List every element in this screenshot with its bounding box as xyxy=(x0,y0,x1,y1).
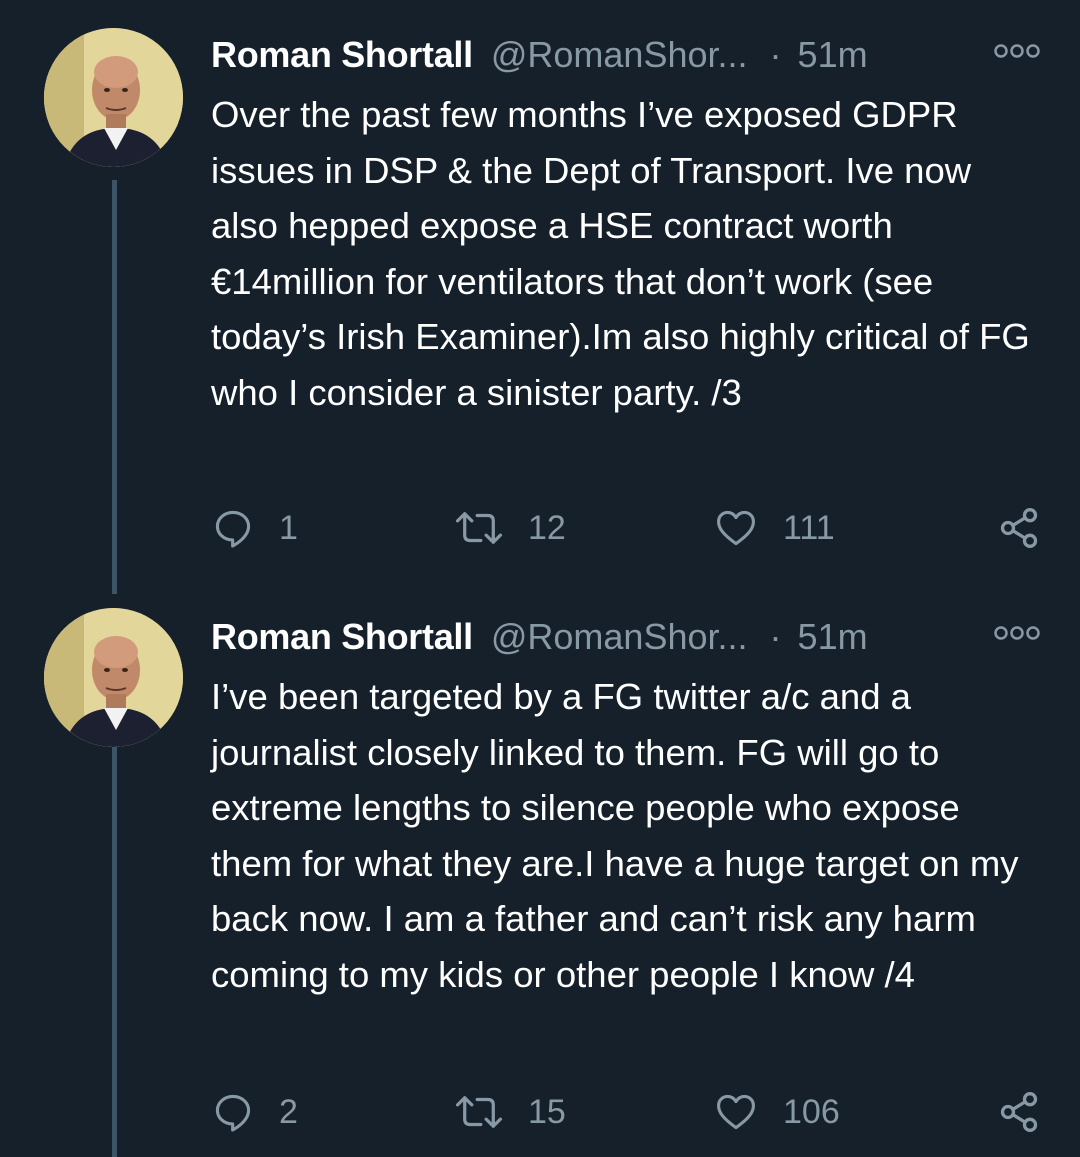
retweet-icon xyxy=(455,1096,503,1128)
timestamp[interactable]: 51m xyxy=(798,34,868,75)
retweet-icon xyxy=(455,512,503,544)
timestamp[interactable]: 51m xyxy=(798,616,868,657)
author-name[interactable]: Roman Shortall xyxy=(211,616,473,657)
like-count: 106 xyxy=(783,1092,840,1131)
retweet-button[interactable]: 15 xyxy=(454,1086,566,1138)
reply-icon xyxy=(215,1094,251,1132)
tweet[interactable]: Roman Shortall @RomanShor... · 51m I’ve … xyxy=(0,584,1080,1157)
avatar-photo xyxy=(44,608,183,747)
thread-line xyxy=(112,180,117,594)
share-icon xyxy=(1000,508,1038,548)
more-options-icon[interactable] xyxy=(993,41,1041,61)
tweet-actions: 2 15 106 xyxy=(211,1086,1041,1138)
like-button[interactable]: 111 xyxy=(713,502,835,554)
tweet-header: Roman Shortall @RomanShor... · 51m xyxy=(211,612,1041,662)
avatar[interactable] xyxy=(44,608,183,747)
reply-count: 1 xyxy=(279,508,298,547)
reply-icon xyxy=(215,510,251,548)
tweet[interactable]: Roman Shortall @RomanShor... · 51m Over … xyxy=(0,0,1080,594)
author-name[interactable]: Roman Shortall xyxy=(211,34,473,75)
like-button[interactable]: 106 xyxy=(713,1086,840,1138)
separator-dot: · xyxy=(769,616,782,657)
avatar-photo xyxy=(44,28,183,167)
heart-icon xyxy=(717,1094,755,1130)
heart-icon xyxy=(717,510,755,546)
tweet-text: Over the past few months I’ve exposed GD… xyxy=(211,94,1030,413)
retweet-count: 12 xyxy=(528,508,566,547)
reply-button[interactable]: 2 xyxy=(211,1086,298,1138)
retweet-count: 15 xyxy=(528,1092,566,1131)
tweet-text: I’ve been targeted by a FG twitter a/c a… xyxy=(211,676,1019,995)
share-icon xyxy=(1000,1092,1038,1132)
author-handle[interactable]: @RomanShor... xyxy=(491,616,748,657)
tweet-actions: 1 12 111 xyxy=(211,502,1041,554)
author-handle[interactable]: @RomanShor... xyxy=(491,34,748,75)
reply-count: 2 xyxy=(279,1092,298,1131)
like-count: 111 xyxy=(783,508,835,547)
share-button[interactable] xyxy=(997,502,1041,554)
reply-button[interactable]: 1 xyxy=(211,502,298,554)
tweet-header: Roman Shortall @RomanShor... · 51m xyxy=(211,30,1041,80)
thread-line xyxy=(112,682,117,1157)
avatar[interactable] xyxy=(44,28,183,167)
separator-dot: · xyxy=(769,34,782,75)
more-options-icon[interactable] xyxy=(993,623,1041,643)
retweet-button[interactable]: 12 xyxy=(454,502,566,554)
share-button[interactable] xyxy=(997,1086,1041,1138)
